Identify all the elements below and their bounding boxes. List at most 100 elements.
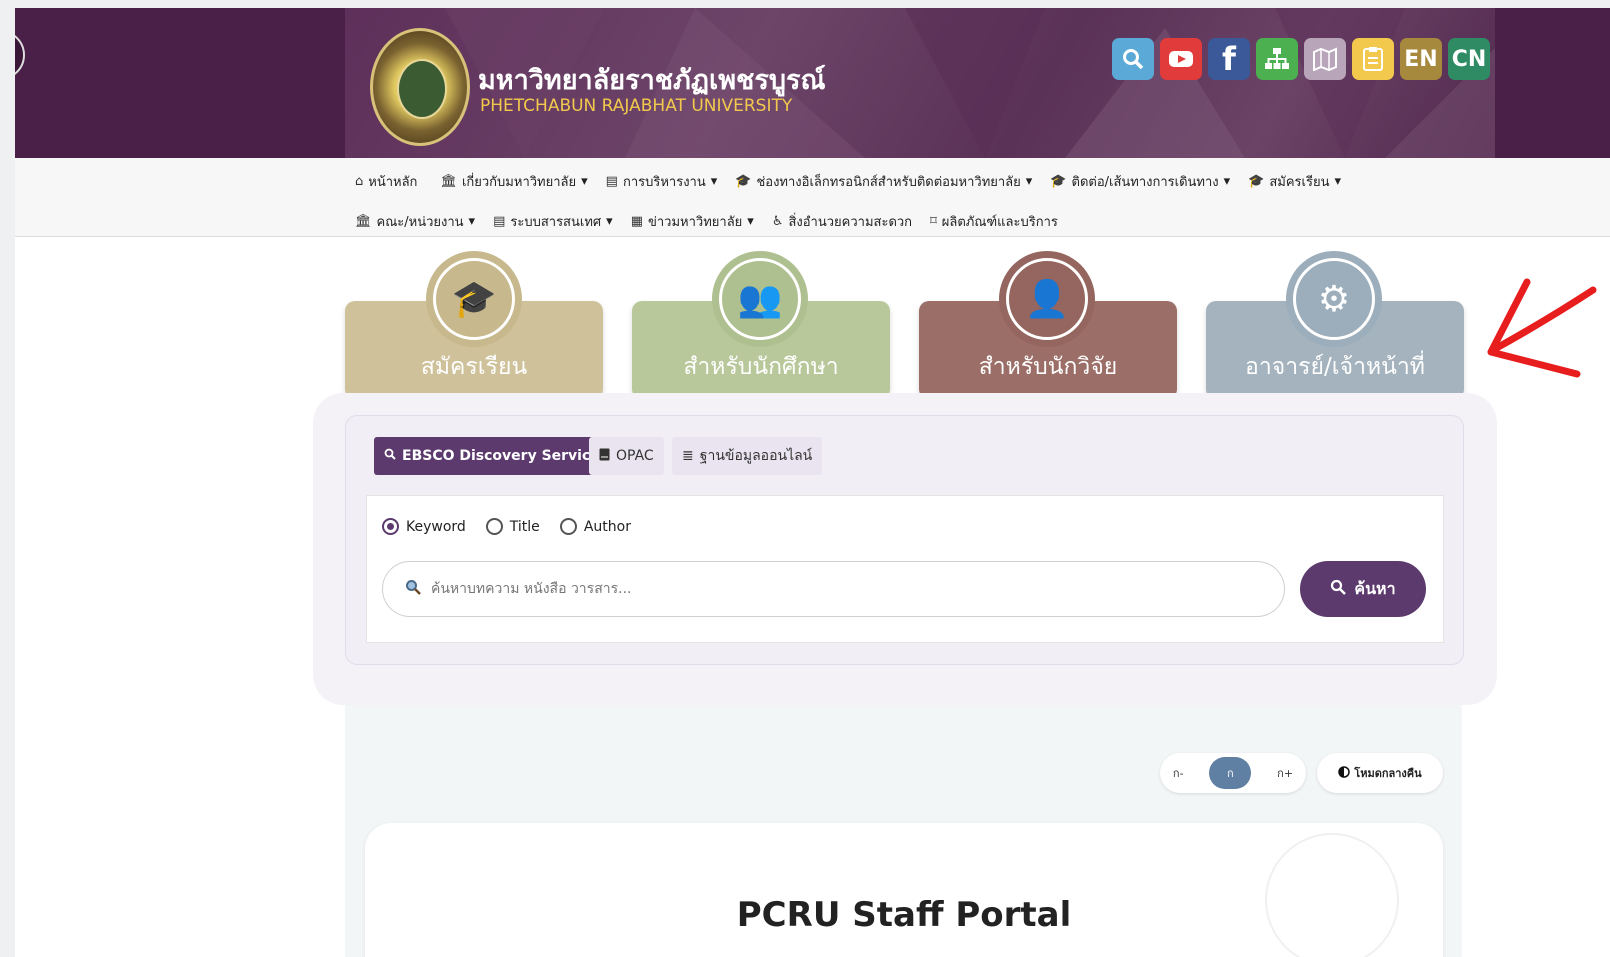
nav-label: ผลิตภัณฑ์และบริการ: [941, 215, 1058, 230]
facebook-icon[interactable]: f: [1208, 38, 1250, 80]
university-name-thai: มหาวิทยาลัยราชภัฏเพชรบูรณ์: [478, 65, 826, 96]
sitemap-icon[interactable]: [1256, 38, 1298, 80]
building-icon: 🏛: [355, 214, 372, 229]
nav-label: การบริหารงาน: [622, 175, 706, 190]
nav-label: สิ่งอำนวยความสะดวก: [788, 215, 913, 230]
search-icon[interactable]: [1112, 38, 1154, 80]
header-icon-row: f EN CN: [1112, 38, 1490, 80]
nav-item-about[interactable]: 🏛 เกี่ยวกับมหาวิทยาลัย ▾: [440, 171, 587, 192]
nav-item-faculties[interactable]: 🏛 คณะ/หน่วยงาน ▾: [355, 211, 475, 232]
search-button[interactable]: ค้นหา: [1300, 561, 1426, 617]
chevron-down-icon: ▾: [747, 214, 754, 229]
presentation-icon: ▤: [493, 214, 506, 229]
map-icon[interactable]: [1304, 38, 1346, 80]
university-logo[interactable]: [370, 28, 470, 146]
search-input[interactable]: ค้นหาบทความ หนังสือ วารสาร...: [382, 561, 1285, 617]
tab-label: ฐานข้อมูลออนไลน์: [699, 448, 813, 464]
nav-label: ติดต่อ/เส้นทางการเดินทาง: [1071, 175, 1219, 190]
nav-label: ช่องทางอิเล็กทรอนิกส์สำหรับติดต่อมหาวิทย…: [756, 175, 1021, 190]
nav-item-news[interactable]: ▦ ข่าวมหาวิทยาลัย ▾: [631, 211, 754, 232]
presentation-icon: ▤: [605, 174, 618, 189]
menu-circle-button[interactable]: [15, 30, 25, 80]
tile-label: สำหรับนักวิจัย: [978, 354, 1118, 380]
font-decrease-button[interactable]: ก-: [1173, 764, 1184, 782]
graduation-cap-icon: 🎓: [735, 174, 752, 189]
radio-label: Title: [509, 518, 540, 535]
chevron-down-icon: ▾: [468, 214, 476, 229]
nav-label: ข่าวมหาวิทยาลัย: [647, 215, 743, 230]
main-navigation: ⌂ หน้าหลัก 🏛 เกี่ยวกับมหาวิทยาลัย ▾ ▤ การบริ…: [15, 158, 1610, 237]
nav-item-information-systems[interactable]: ▤ ระบบสารสนเทศ ▾: [493, 211, 613, 232]
search-icon: [384, 448, 396, 464]
graduation-cap-icon: 🎓: [433, 258, 515, 340]
language-en-button[interactable]: EN: [1400, 38, 1442, 80]
chevron-down-icon: ▾: [1334, 174, 1342, 189]
font-increase-button[interactable]: ก+: [1277, 764, 1293, 782]
search-type-radios: Keyword Title Author: [382, 518, 631, 535]
nav-item-administration[interactable]: ▤ การบริหารงาน ▾: [606, 171, 718, 192]
lower-content-area: ก- ก ก+ โหมดกลางคืน PCRU Staff Portal: [345, 705, 1462, 957]
tile-researchers-circle[interactable]: 👤: [999, 251, 1095, 347]
radio-author[interactable]: Author: [559, 518, 631, 535]
radio-dot: [559, 518, 577, 535]
nav-label: ระบบสารสนเทศ: [510, 215, 602, 230]
radio-dot: [382, 518, 399, 535]
book-icon: [599, 448, 610, 465]
portal-title: PCRU Staff Portal: [736, 895, 1072, 935]
chevron-down-icon: ▾: [710, 174, 718, 189]
font-size-controls: ก- ก ก+: [1160, 753, 1306, 793]
half-circle-icon: [1338, 765, 1351, 781]
dark-mode-button[interactable]: โหมดกลางคืน: [1317, 753, 1443, 793]
language-cn-button[interactable]: CN: [1448, 38, 1490, 80]
chevron-down-icon: ▾: [1223, 174, 1231, 189]
nav-item-home[interactable]: ⌂ หน้าหลัก: [355, 171, 422, 192]
tab-label: EBSCO Discovery Service: [402, 448, 600, 464]
red-arrow-annotation: [1487, 278, 1597, 378]
staff-portal-card: PCRU Staff Portal: [365, 823, 1443, 957]
tab-ebsco[interactable]: EBSCO Discovery Service: [374, 437, 610, 475]
tile-staff-circle[interactable]: ⚙: [1286, 251, 1382, 347]
graduation-cap-icon: 🎓: [1248, 174, 1265, 189]
tile-label: สมัครเรียน: [420, 354, 528, 380]
page-frame: มหาวิทยาลัยราชภัฏเพชรบูรณ์ PHETCHABUN RA…: [15, 8, 1610, 957]
staff-gear-icon: ⚙: [1293, 258, 1375, 340]
database-icon: ≣: [682, 448, 694, 464]
tab-online-databases[interactable]: ≣ ฐานข้อมูลออนไลน์: [672, 437, 823, 475]
building-icon: 🏛: [440, 174, 457, 189]
tile-students-circle[interactable]: 👥: [712, 251, 808, 347]
search-icon: [405, 579, 421, 599]
nav-label: สมัครเรียน: [1269, 175, 1330, 190]
chevron-down-icon: ▾: [581, 174, 588, 189]
bookmark-icon: ⌑: [930, 214, 937, 229]
radio-keyword[interactable]: Keyword: [382, 518, 466, 535]
nav-label: หน้าหลัก: [368, 175, 418, 190]
nav-row-1: ⌂ หน้าหลัก 🏛 เกี่ยวกับมหาวิทยาลัย ▾ ▤ การบริ…: [355, 171, 1341, 192]
document-icon[interactable]: [1352, 38, 1394, 80]
chevron-down-icon: ▾: [606, 214, 613, 229]
university-name-english: PHETCHABUN RAJABHAT UNIVERSITY: [480, 96, 793, 116]
nav-item-products[interactable]: ⌑ ผลิตภัณฑ์และบริการ: [930, 211, 1058, 232]
radio-label: Author: [583, 518, 631, 535]
graduation-cap-icon: 🎓: [1050, 174, 1067, 189]
header-banner: มหาวิทยาลัยราชภัฏเพชรบูรณ์ PHETCHABUN RA…: [15, 8, 1610, 158]
nav-row-2: 🏛 คณะ/หน่วยงาน ▾ ▤ ระบบสารสนเทศ ▾ ▦ ข่าวมหาวิ…: [355, 211, 1058, 232]
search-icon: [1330, 579, 1347, 599]
students-icon: 👥: [719, 258, 801, 340]
researchers-icon: 👤: [1006, 258, 1088, 340]
dark-mode-label: โหมดกลางคืน: [1354, 767, 1422, 780]
nav-item-e-channels[interactable]: 🎓 ช่องทางอิเล็กทรอนิกส์สำหรับติดต่อมหาวิท…: [735, 171, 1032, 192]
library-search-panel: EBSCO Discovery Service OPAC ≣ ฐานข้อมูล…: [345, 415, 1464, 665]
nav-item-facilities[interactable]: ♿ สิ่งอำนวยความสะดวก: [772, 211, 912, 232]
tab-opac[interactable]: OPAC: [589, 437, 664, 475]
tile-label: สำหรับนักศึกษา: [683, 354, 839, 380]
tab-label: OPAC: [616, 448, 654, 464]
nav-item-contact[interactable]: 🎓 ติดต่อ/เส้นทางการเดินทาง ▾: [1050, 171, 1230, 192]
tile-apply-circle[interactable]: 🎓: [426, 251, 522, 347]
font-normal-button[interactable]: ก: [1209, 757, 1252, 789]
tile-label: อาจารย์/เจ้าหน้าที่: [1245, 354, 1425, 380]
search-placeholder: ค้นหาบทความ หนังสือ วารสาร...: [431, 581, 632, 597]
radio-label: Keyword: [406, 518, 466, 535]
nav-item-apply[interactable]: 🎓 สมัครเรียน ▾: [1248, 171, 1341, 192]
radio-title[interactable]: Title: [485, 518, 540, 535]
youtube-icon[interactable]: [1160, 38, 1202, 80]
